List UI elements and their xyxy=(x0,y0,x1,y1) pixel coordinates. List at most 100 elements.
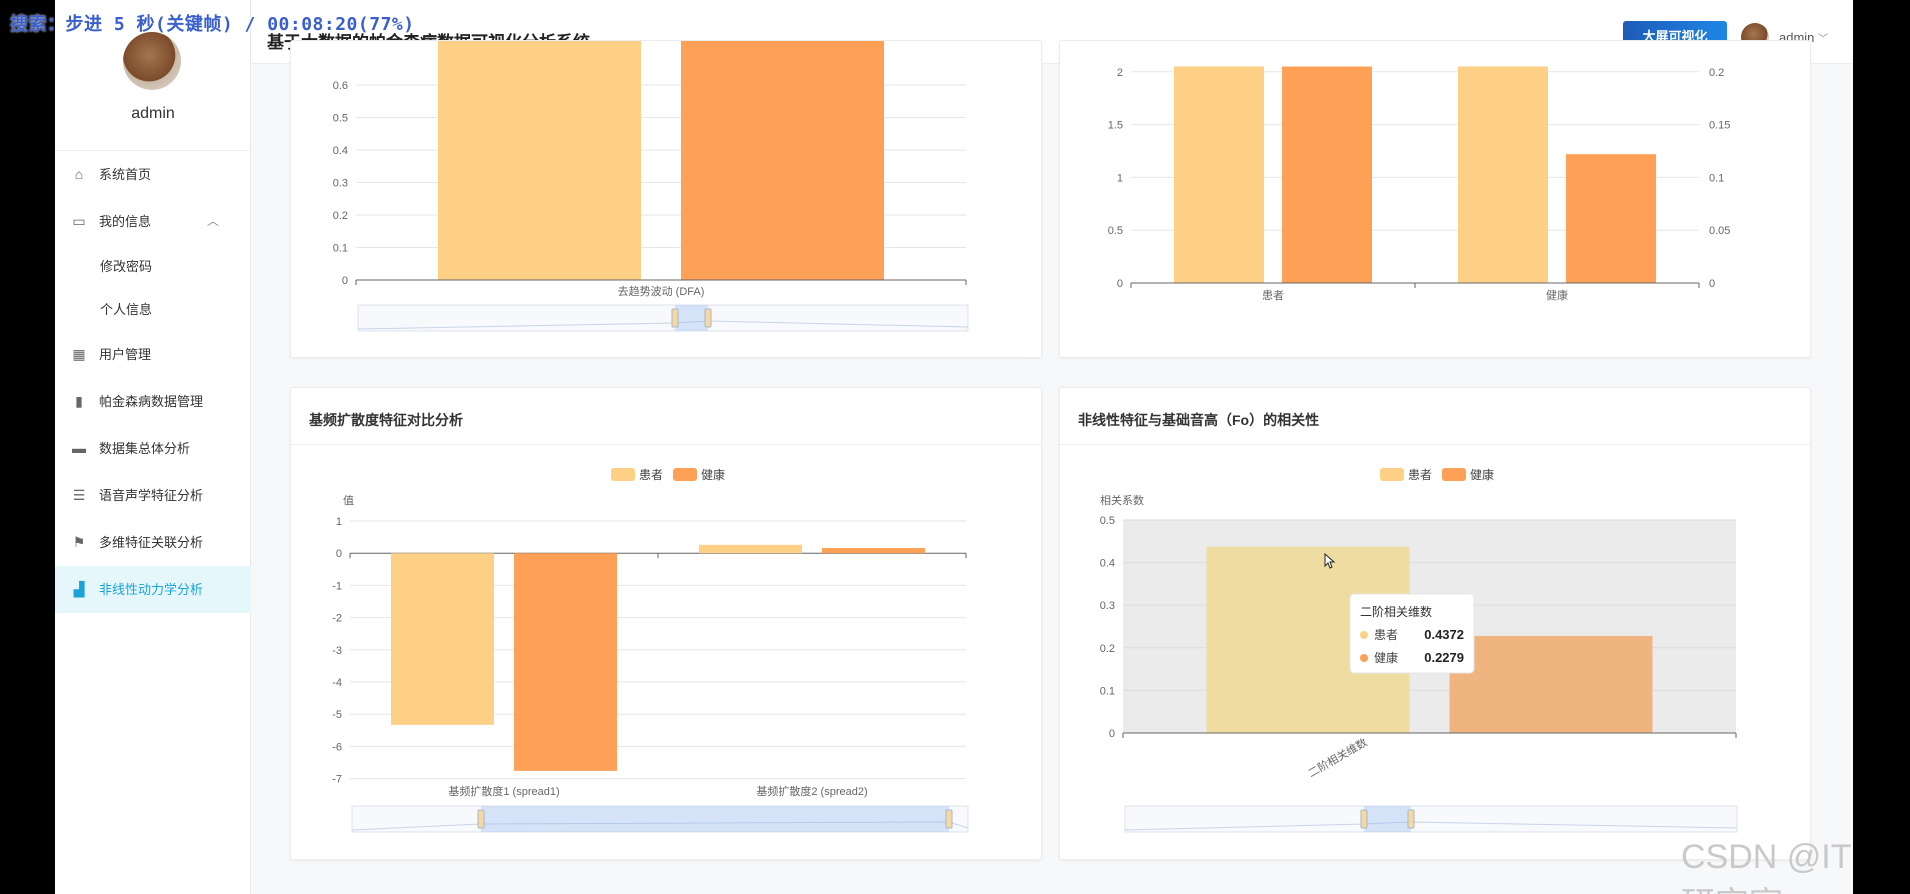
sidebar-item-dataset-analysis[interactable]: ▬ 数据集总体分析 xyxy=(55,425,251,472)
tooltip-series-name: 健康 xyxy=(1374,650,1398,665)
app-window: admin ⌂ 系统首页 ▭ 我的信息 ︿ 修改密码 个人信息 ▦ 用户管理 ▮ 帕金森病… xyxy=(55,0,1853,894)
sidebar-item-label: 语音声学特征分析 xyxy=(99,488,204,503)
x-tick-label: 二阶相关维数 xyxy=(1305,735,1369,780)
bar xyxy=(1458,66,1548,283)
legend-label: 患者 xyxy=(1408,468,1432,482)
bar xyxy=(1449,635,1653,733)
y-tick-label-right: 0 xyxy=(1709,278,1715,290)
x-tick-label: 健康 xyxy=(1546,288,1568,302)
y-tick-label: 0.4 xyxy=(333,145,348,157)
y-tick-label: 0 xyxy=(342,275,348,287)
sidebar-item-user-management[interactable]: ▦ 用户管理 xyxy=(55,331,251,378)
datazoom-window xyxy=(481,806,949,832)
y-tick-label: 1 xyxy=(336,516,342,528)
bar xyxy=(1566,154,1656,283)
y-tick-label: 0.2 xyxy=(333,210,348,222)
tooltip-marker xyxy=(1360,654,1368,662)
legend-label: 患者 xyxy=(639,468,663,482)
chart-card-dfa: 0 0.1 0.2 0.3 0.4 0.5 0.6 去趋势波动 (DFA) xyxy=(290,40,1042,358)
chevron-down-icon: ﹀ xyxy=(1818,34,1829,45)
chart-icon: ▟ xyxy=(73,581,85,597)
sidebar-item-my-info[interactable]: ▭ 我的信息 ︿ xyxy=(55,198,251,245)
sidebar-item-parkinson-data[interactable]: ▮ 帕金森病数据管理 xyxy=(55,378,251,425)
legend-label: 健康 xyxy=(701,467,725,482)
sidebar-item-acoustic-analysis[interactable]: ☰ 语音声学特征分析 xyxy=(55,472,251,519)
datazoom-window xyxy=(675,305,708,331)
x-tick-label: 患者 xyxy=(1262,289,1284,302)
bar xyxy=(699,544,802,554)
sidebar-item-correlation-analysis[interactable]: ⚑ 多维特征关联分析 xyxy=(55,519,251,566)
sidebar-item-label: 我的信息 xyxy=(99,214,152,229)
tooltip-marker xyxy=(1360,631,1368,639)
card-icon: ▭ xyxy=(72,213,86,229)
tooltip-value: 0.4372 xyxy=(1424,627,1464,642)
watermark: CSDN @IT研究室 xyxy=(1681,838,1852,894)
sidebar-item-label: 修改密码 xyxy=(100,259,153,274)
sidebar-item-label: 系统首页 xyxy=(99,167,152,182)
sidebar-username: admin xyxy=(131,105,175,122)
y-tick-label-left: 0.5 xyxy=(1108,225,1123,237)
x-tick-label: 基频扩散度2 (spread2) xyxy=(756,784,867,798)
sidebar-item-personal-info[interactable]: 个人信息 xyxy=(55,288,251,331)
tooltip-title: 二阶相关维数 xyxy=(1360,604,1432,619)
sidebar-avatar[interactable] xyxy=(123,32,181,90)
datazoom-handle xyxy=(477,809,485,829)
sidebar-item-nonlinear-analysis[interactable]: ▟ 非线性动力学分析 xyxy=(55,566,251,613)
sidebar-item-label: 数据集总体分析 xyxy=(99,441,191,456)
y-tick-label: 0 xyxy=(336,548,342,560)
sidebar-item-label: 帕金森病数据管理 xyxy=(99,394,204,409)
y-tick-label: -4 xyxy=(332,677,342,689)
legend-label: 健康 xyxy=(1470,467,1494,482)
bar xyxy=(391,553,494,725)
y-tick-label: 0.4 xyxy=(1100,558,1115,570)
y-tick-label-right: 0.2 xyxy=(1709,67,1724,79)
tooltip-value: 0.2279 xyxy=(1424,650,1464,665)
y-tick-label: 0.1 xyxy=(333,243,348,255)
sidebar-item-change-password[interactable]: 修改密码 xyxy=(55,245,251,288)
chart-card-spread: 基频扩散度特征对比分析 患者 健康值 1 0 -1 -2 -3 -4 -5 -6 -7 基频扩散度1 … xyxy=(290,387,1042,860)
sidebar: admin ⌂ 系统首页 ▭ 我的信息 ︿ 修改密码 个人信息 ▦ 用户管理 ▮ 帕金森病… xyxy=(55,0,251,894)
legend-swatch xyxy=(1380,468,1404,481)
sidebar-item-label: 非线性动力学分析 xyxy=(99,582,204,597)
y-tick-label: 0 xyxy=(1109,728,1115,740)
y-tick-label: -5 xyxy=(332,709,342,721)
legend-swatch xyxy=(1442,468,1466,481)
sidebar-menu: ⌂ 系统首页 ▭ 我的信息 ︿ 修改密码 个人信息 ▦ 用户管理 ▮ 帕金森病数据管理 ▬… xyxy=(55,150,251,613)
sidebar-item-label: 多维特征关联分析 xyxy=(99,535,204,550)
chart-card-dual-axis: 0 0.5 1 1.5 2 0 0.05 0.1 0.15 0.2 患者 健康 xyxy=(1059,40,1811,358)
y-tick-label: 0.5 xyxy=(1100,515,1115,527)
datazoom-window xyxy=(1364,806,1411,832)
y-tick-label: 0.2 xyxy=(1100,643,1115,655)
x-tick-label: 去趋势波动 (DFA) xyxy=(618,285,705,298)
y-tick-label: -7 xyxy=(332,774,342,786)
grid-icon: ▦ xyxy=(72,346,86,362)
bar xyxy=(1174,66,1264,283)
y-tick-label: -6 xyxy=(332,741,342,753)
y-tick-label-right: 0.1 xyxy=(1709,172,1724,184)
y-axis-title: 相关系数 xyxy=(1100,493,1144,507)
y-tick-label: 0.3 xyxy=(333,178,348,190)
datazoom-handle xyxy=(1407,809,1415,829)
legend-swatch xyxy=(673,468,697,481)
list-icon: ☰ xyxy=(72,487,86,503)
chart-spread: 患者 健康值1 0 -1 -2 -3 -4 -5 -6 -7 基频扩散度1 (spread1) 基频扩… xyxy=(332,467,969,833)
sidebar-item-home[interactable]: ⌂ 系统首页 xyxy=(55,151,251,198)
bar xyxy=(438,41,641,280)
chart-fo-correlation: 患者 健康相关系数00.10.20.30.40.5二阶相关维数二阶相关维数患者 0.… xyxy=(1100,467,1738,833)
bar xyxy=(681,41,884,280)
y-tick-label-left: 1.5 xyxy=(1108,120,1123,132)
datazoom-handle xyxy=(704,308,712,328)
y-tick-label-right: 0.15 xyxy=(1709,120,1730,132)
sidebar-item-label: 用户管理 xyxy=(99,347,152,362)
bar xyxy=(514,553,617,771)
bar xyxy=(1282,66,1372,283)
bar-icon: ▮ xyxy=(75,393,83,409)
y-tick-label-left: 2 xyxy=(1117,67,1123,79)
legend-swatch xyxy=(611,468,635,481)
datazoom-handle xyxy=(671,308,679,328)
chart-card-fo-correlation: 非线性特征与基础音高（Fo）的相关性 患者 健康 相关系数 0 0.1 0.2 0.3 0.4… xyxy=(1059,387,1811,860)
y-tick-label-left: 1 xyxy=(1117,172,1123,184)
tooltip-series-name: 患者 xyxy=(1374,628,1398,642)
y-tick-label-left: 0 xyxy=(1117,278,1123,290)
sidebar-item-label: 个人信息 xyxy=(100,302,153,317)
